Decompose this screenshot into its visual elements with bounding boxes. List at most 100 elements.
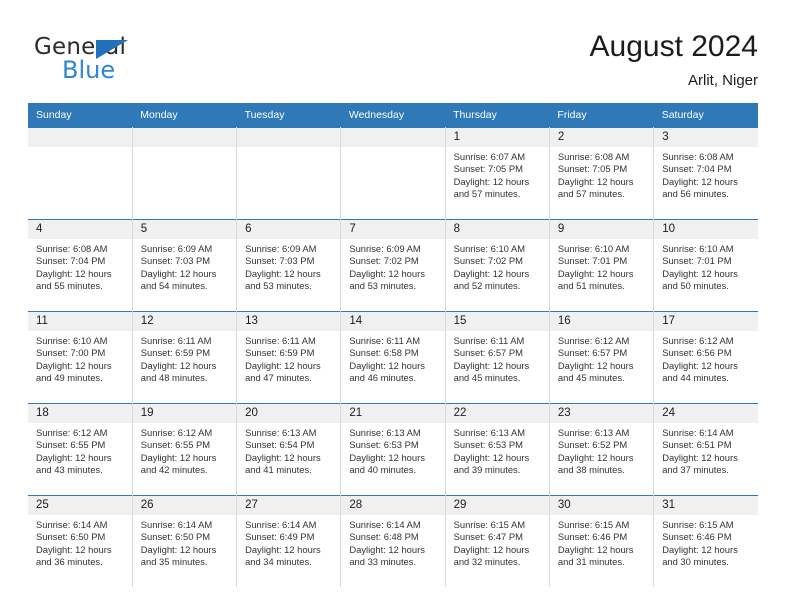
daylight-text-line1: Daylight: 12 hours (453, 543, 530, 555)
calendar-day-cell[interactable]: 29 Sunrise: 6:15 AM Sunset: 6:47 PM Dayl… (445, 495, 550, 587)
calendar-day-cell[interactable]: 8 Sunrise: 6:10 AM Sunset: 7:02 PM Dayli… (445, 219, 550, 312)
calendar-day-cell[interactable] (28, 127, 133, 220)
day-number: 17 (654, 312, 758, 331)
sunrise-text: Sunrise: 6:12 AM (36, 427, 108, 438)
day-number: 28 (341, 496, 445, 515)
sunrise-text: Sunrise: 6:11 AM (453, 335, 525, 346)
day-number (28, 128, 132, 147)
day-number: 3 (654, 128, 758, 147)
day-number: 23 (549, 404, 654, 423)
day-details: Sunrise: 6:10 AM Sunset: 7:02 PM Dayligh… (446, 239, 549, 292)
daylight-text-line2: and 55 minutes. (36, 279, 103, 291)
calendar-day-cell[interactable]: 10 Sunrise: 6:10 AM Sunset: 7:01 PM Dayl… (653, 219, 758, 312)
calendar-week-row: 1 Sunrise: 6:07 AM Sunset: 7:05 PM Dayli… (28, 127, 758, 220)
weekday-header-row: Sunday Monday Tuesday Wednesday Thursday… (28, 103, 758, 128)
calendar-day-cell[interactable]: 5 Sunrise: 6:09 AM Sunset: 7:03 PM Dayli… (132, 219, 238, 312)
calendar-day-cell[interactable]: 11 Sunrise: 6:10 AM Sunset: 7:00 PM Dayl… (28, 311, 133, 404)
day-number: 12 (132, 312, 237, 331)
weekday-header-saturday: Saturday (653, 103, 758, 128)
daylight-text-line2: and 45 minutes. (453, 371, 521, 383)
calendar-day-cell[interactable]: 21 Sunrise: 6:13 AM Sunset: 6:53 PM Dayl… (340, 403, 446, 496)
calendar-day-cell[interactable] (340, 127, 446, 220)
daylight-text-line1: Daylight: 12 hours (557, 267, 634, 279)
day-details: Sunrise: 6:09 AM Sunset: 7:03 PM Dayligh… (133, 239, 236, 292)
sunset-text: Sunset: 7:00 PM (36, 347, 106, 359)
sunset-text: Sunset: 7:02 PM (453, 255, 523, 267)
sunset-text: Sunset: 6:51 PM (662, 439, 732, 451)
calendar-day-cell[interactable]: 2 Sunrise: 6:08 AM Sunset: 7:05 PM Dayli… (549, 127, 655, 220)
calendar-day-cell[interactable]: 14 Sunrise: 6:11 AM Sunset: 6:58 PM Dayl… (340, 311, 446, 404)
sunrise-text: Sunrise: 6:12 AM (557, 335, 630, 346)
calendar-day-cell[interactable]: 26 Sunrise: 6:14 AM Sunset: 6:50 PM Dayl… (132, 495, 238, 587)
calendar-week-row: 18 Sunrise: 6:12 AM Sunset: 6:55 PM Dayl… (28, 403, 758, 496)
calendar-day-cell[interactable]: 12 Sunrise: 6:11 AM Sunset: 6:59 PM Dayl… (132, 311, 238, 404)
daylight-text-line1: Daylight: 12 hours (453, 451, 530, 463)
day-details: Sunrise: 6:13 AM Sunset: 6:54 PM Dayligh… (237, 423, 340, 476)
day-details: Sunrise: 6:14 AM Sunset: 6:51 PM Dayligh… (654, 423, 758, 476)
calendar-day-cell[interactable]: 23 Sunrise: 6:13 AM Sunset: 6:52 PM Dayl… (549, 403, 655, 496)
calendar-day-cell[interactable]: 1 Sunrise: 6:07 AM Sunset: 7:05 PM Dayli… (445, 127, 550, 220)
calendar-day-cell[interactable]: 7 Sunrise: 6:09 AM Sunset: 7:02 PM Dayli… (340, 219, 446, 312)
sunset-text: Sunset: 6:59 PM (140, 347, 211, 359)
calendar-day-cell[interactable]: 6 Sunrise: 6:09 AM Sunset: 7:03 PM Dayli… (236, 219, 342, 312)
day-number: 20 (237, 404, 341, 423)
daylight-text-line2: and 50 minutes. (662, 279, 729, 291)
daylight-text-line1: Daylight: 12 hours (36, 267, 112, 279)
daylight-text-line2: and 49 minutes. (36, 371, 103, 383)
sunrise-text: Sunrise: 6:14 AM (349, 519, 421, 530)
calendar-day-cell[interactable]: 16 Sunrise: 6:12 AM Sunset: 6:57 PM Dayl… (549, 311, 655, 404)
sunset-text: Sunset: 6:55 PM (36, 439, 106, 451)
calendar-day-cell[interactable]: 24 Sunrise: 6:14 AM Sunset: 6:51 PM Dayl… (653, 403, 758, 496)
sunset-text: Sunset: 6:59 PM (245, 347, 315, 359)
calendar-day-cell[interactable]: 28 Sunrise: 6:14 AM Sunset: 6:48 PM Dayl… (340, 495, 446, 587)
calendar-day-cell[interactable]: 27 Sunrise: 6:14 AM Sunset: 6:49 PM Dayl… (236, 495, 342, 587)
sunset-text: Sunset: 6:50 PM (140, 531, 211, 543)
calendar-day-cell[interactable] (132, 127, 238, 220)
sunrise-text: Sunrise: 6:07 AM (453, 151, 526, 162)
day-number: 21 (341, 404, 445, 423)
calendar-week-row: 25 Sunrise: 6:14 AM Sunset: 6:50 PM Dayl… (28, 495, 758, 587)
day-details: Sunrise: 6:10 AM Sunset: 7:00 PM Dayligh… (28, 331, 132, 384)
logo-text-blue: Blue (62, 56, 116, 84)
calendar-day-cell[interactable]: 17 Sunrise: 6:12 AM Sunset: 6:56 PM Dayl… (653, 311, 758, 404)
day-number (132, 128, 237, 147)
day-details: Sunrise: 6:09 AM Sunset: 7:02 PM Dayligh… (341, 239, 444, 292)
sunset-text: Sunset: 6:48 PM (349, 531, 419, 543)
calendar-day-cell[interactable]: 31 Sunrise: 6:15 AM Sunset: 6:46 PM Dayl… (653, 495, 758, 587)
calendar-day-cell[interactable]: 3 Sunrise: 6:08 AM Sunset: 7:04 PM Dayli… (653, 127, 758, 220)
calendar-day-cell[interactable]: 25 Sunrise: 6:14 AM Sunset: 6:50 PM Dayl… (28, 495, 133, 587)
weekday-header-monday: Monday (132, 103, 237, 128)
sunset-text: Sunset: 7:05 PM (557, 163, 628, 175)
weekday-header-sunday: Sunday (28, 103, 133, 128)
calendar-day-cell[interactable]: 22 Sunrise: 6:13 AM Sunset: 6:53 PM Dayl… (445, 403, 550, 496)
daylight-text-line2: and 45 minutes. (557, 371, 625, 383)
daylight-text-line2: and 31 minutes. (557, 555, 625, 567)
calendar-day-cell[interactable]: 15 Sunrise: 6:11 AM Sunset: 6:57 PM Dayl… (445, 311, 550, 404)
day-details: Sunrise: 6:15 AM Sunset: 6:47 PM Dayligh… (446, 515, 549, 568)
daylight-text-line2: and 42 minutes. (140, 463, 208, 475)
calendar-day-cell[interactable]: 18 Sunrise: 6:12 AM Sunset: 6:55 PM Dayl… (28, 403, 133, 496)
general-blue-logo[interactable]: General Blue (34, 36, 214, 86)
daylight-text-line1: Daylight: 12 hours (245, 543, 321, 555)
calendar-day-cell[interactable]: 19 Sunrise: 6:12 AM Sunset: 6:55 PM Dayl… (132, 403, 238, 496)
daylight-text-line1: Daylight: 12 hours (245, 359, 321, 371)
daylight-text-line2: and 43 minutes. (36, 463, 103, 475)
daylight-text-line1: Daylight: 12 hours (36, 451, 112, 463)
calendar-day-cell[interactable]: 20 Sunrise: 6:13 AM Sunset: 6:54 PM Dayl… (236, 403, 342, 496)
sunrise-text: Sunrise: 6:08 AM (557, 151, 630, 162)
daylight-text-line1: Daylight: 12 hours (140, 451, 217, 463)
sunset-text: Sunset: 7:05 PM (453, 163, 523, 175)
daylight-text-line2: and 30 minutes. (662, 555, 729, 567)
calendar-day-cell[interactable] (236, 127, 342, 220)
calendar-day-cell[interactable]: 13 Sunrise: 6:11 AM Sunset: 6:59 PM Dayl… (236, 311, 342, 404)
day-number: 10 (654, 220, 758, 239)
daylight-text-line1: Daylight: 12 hours (453, 175, 530, 187)
day-number (237, 128, 341, 147)
page-subtitle-location: Arlit, Niger (687, 71, 758, 89)
calendar-day-cell[interactable]: 9 Sunrise: 6:10 AM Sunset: 7:01 PM Dayli… (549, 219, 655, 312)
sunset-text: Sunset: 6:47 PM (453, 531, 523, 543)
sunrise-text: Sunrise: 6:13 AM (453, 427, 526, 438)
calendar-day-cell[interactable]: 4 Sunrise: 6:08 AM Sunset: 7:04 PM Dayli… (28, 219, 133, 312)
calendar-day-cell[interactable]: 30 Sunrise: 6:15 AM Sunset: 6:46 PM Dayl… (549, 495, 655, 587)
daylight-text-line2: and 52 minutes. (453, 279, 521, 291)
